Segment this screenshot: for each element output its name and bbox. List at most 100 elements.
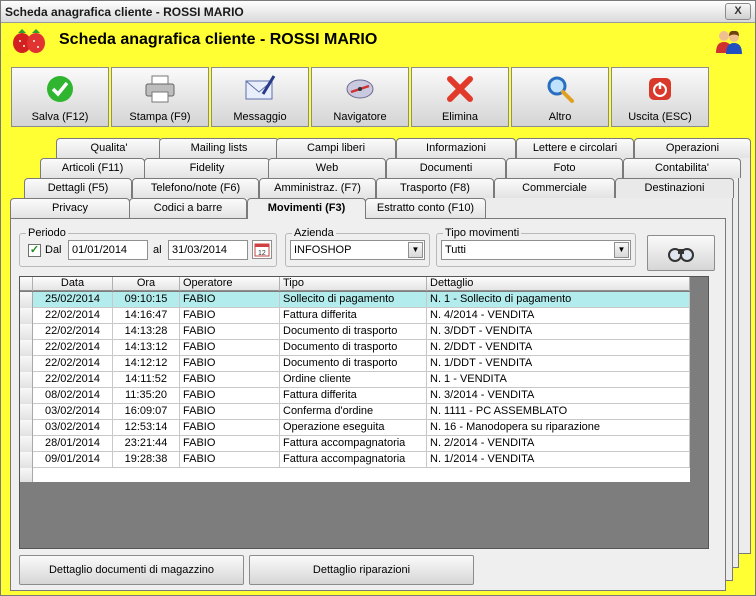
compass-icon <box>346 79 374 99</box>
more-button[interactable]: Altro <box>511 67 609 127</box>
title-bar: Scheda anagrafica cliente - ROSSI MARIO … <box>1 1 755 23</box>
cell-tipo: Ordine cliente <box>280 372 427 388</box>
calendar-icon[interactable]: 12 <box>252 240 272 259</box>
row-indicator[interactable] <box>20 436 33 452</box>
tab-destinazioni[interactable]: Destinazioni <box>615 178 734 198</box>
tab-commerciale[interactable]: Commerciale <box>494 178 615 198</box>
dettaglio-documenti-button[interactable]: Dettaglio documenti di magazzino <box>19 555 244 585</box>
azienda-select[interactable]: INFOSHOP ▼ <box>290 240 425 260</box>
dal-checkbox[interactable]: ✓ <box>28 244 41 257</box>
date-to-field[interactable]: 31/03/2014 <box>168 240 248 260</box>
row-indicator[interactable] <box>20 404 33 420</box>
table-row[interactable]: 03/02/2014 16:09:07 FABIO Conferma d'ordine… <box>20 404 690 420</box>
cell-data: 03/02/2014 <box>33 404 113 420</box>
message-button[interactable]: Messaggio <box>211 67 309 127</box>
table-row[interactable]: 22/02/2014 14:16:47 FABIO Fattura differita… <box>20 308 690 324</box>
tab-foto[interactable]: Foto <box>506 158 623 178</box>
table-row[interactable]: 22/02/2014 14:11:52 FABIO Ordine cliente N. … <box>20 372 690 388</box>
row-indicator[interactable] <box>20 388 33 404</box>
tab-lettere-circolari[interactable]: Lettere e circolari <box>516 138 634 158</box>
cell-ora: 23:21:44 <box>113 436 180 452</box>
tab-informazioni[interactable]: Informazioni <box>396 138 516 158</box>
table-row[interactable]: 09/01/2014 19:28:38 FABIO Fattura accompagn… <box>20 452 690 468</box>
row-indicator[interactable] <box>20 372 33 388</box>
exit-button[interactable]: Uscita (ESC) <box>611 67 709 127</box>
cell-operatore: FABIO <box>180 324 280 340</box>
cell-dettaglio: N. 1/2014 - VENDITA <box>427 452 690 468</box>
cell-dettaglio: N. 3/2014 - VENDITA <box>427 388 690 404</box>
row-indicator <box>20 468 33 482</box>
tab-amministraz[interactable]: Amministraz. (F7) <box>259 178 376 198</box>
row-indicator[interactable] <box>20 292 33 308</box>
row-indicator[interactable] <box>20 308 33 324</box>
date-from-field[interactable]: 01/01/2014 <box>68 240 148 260</box>
tab-dettagli[interactable]: Dettagli (F5) <box>24 178 132 198</box>
table-scroll-area[interactable] <box>690 277 708 548</box>
tab-movimenti[interactable]: Movimenti (F3) <box>247 198 366 219</box>
exit-label: Uscita (ESC) <box>628 111 692 123</box>
cell-tipo: Sollecito di pagamento <box>280 292 427 308</box>
table-row[interactable]: 08/02/2014 11:35:20 FABIO Fattura differita… <box>20 388 690 404</box>
col-ora[interactable]: Ora <box>113 277 180 291</box>
table-row[interactable]: 22/02/2014 14:13:12 FABIO Documento di tras… <box>20 340 690 356</box>
tab-contabilita[interactable]: Contabilita' <box>623 158 741 178</box>
navigator-button[interactable]: Navigatore <box>311 67 409 127</box>
tab-estratto-conto[interactable]: Estratto conto (F10) <box>365 198 486 218</box>
azienda-group: Azienda INFOSHOP ▼ <box>285 227 430 267</box>
tab-privacy[interactable]: Privacy <box>10 198 130 218</box>
close-button[interactable]: X <box>725 3 751 20</box>
tipo-movimenti-value: Tutti <box>445 244 466 256</box>
cell-operatore: FABIO <box>180 356 280 372</box>
tipo-movimenti-select[interactable]: Tutti ▼ <box>441 240 631 260</box>
row-indicator[interactable] <box>20 420 33 436</box>
col-data[interactable]: Data <box>33 277 113 291</box>
row-indicator[interactable] <box>20 340 33 356</box>
tab-telefono-note[interactable]: Telefono/note (F6) <box>132 178 259 198</box>
periodo-legend: Periodo <box>26 227 68 239</box>
cell-dettaglio: N. 1/DDT - VENDITA <box>427 356 690 372</box>
table-row[interactable]: 28/01/2014 23:21:44 FABIO Fattura accompagn… <box>20 436 690 452</box>
cell-dettaglio: N. 4/2014 - VENDITA <box>427 308 690 324</box>
cell-tipo: Fattura differita <box>280 308 427 324</box>
binoculars-icon <box>668 248 694 262</box>
binoculars-search-button[interactable] <box>647 235 715 271</box>
page-title: Scheda anagrafica cliente - ROSSI MARIO <box>59 31 378 48</box>
cell-ora: 09:10:15 <box>113 292 180 308</box>
table-row[interactable]: 22/02/2014 14:13:28 FABIO Documento di tras… <box>20 324 690 340</box>
col-operatore[interactable]: Operatore <box>180 277 280 291</box>
table-row[interactable]: 25/02/2014 09:10:15 FABIO Sollecito di paga… <box>20 292 690 308</box>
message-label: Messaggio <box>233 111 287 123</box>
table-row[interactable]: 03/02/2014 12:53:14 FABIO Operazione esegui… <box>20 420 690 436</box>
tab-trasporto[interactable]: Trasporto (F8) <box>376 178 494 198</box>
cell-tipo: Fattura accompagnatoria <box>280 436 427 452</box>
chevron-down-icon[interactable]: ▼ <box>614 242 629 258</box>
tab-campi-liberi[interactable]: Campi liberi <box>276 138 396 158</box>
row-indicator[interactable] <box>20 356 33 372</box>
save-button[interactable]: Salva (F12) <box>11 67 109 127</box>
movimenti-table: Data Ora Operatore Tipo Dettaglio 25/02/… <box>19 276 709 549</box>
print-button[interactable]: Stampa (F9) <box>111 67 209 127</box>
tab-codici-barre[interactable]: Codici a barre <box>129 198 247 218</box>
users-icon[interactable] <box>713 27 745 55</box>
chevron-down-icon[interactable]: ▼ <box>408 242 423 258</box>
tab-fidelity[interactable]: Fidelity <box>144 158 270 178</box>
cell-data: 28/01/2014 <box>33 436 113 452</box>
cell-operatore: FABIO <box>180 372 280 388</box>
print-label: Stampa (F9) <box>129 111 191 123</box>
delete-button[interactable]: Elimina <box>411 67 509 127</box>
tab-qualita[interactable]: Qualita' <box>56 138 162 158</box>
tab-documenti[interactable]: Documenti <box>386 158 506 178</box>
dettaglio-riparazioni-button[interactable]: Dettaglio riparazioni <box>249 555 474 585</box>
row-indicator[interactable] <box>20 324 33 340</box>
tab-mailing-lists[interactable]: Mailing lists <box>159 138 279 158</box>
col-tipo[interactable]: Tipo <box>280 277 427 291</box>
tab-operazioni[interactable]: Operazioni <box>634 138 751 158</box>
col-dettaglio[interactable]: Dettaglio <box>427 277 690 291</box>
row-indicator[interactable] <box>20 452 33 468</box>
tab-articoli[interactable]: Articoli (F11) <box>40 158 145 178</box>
cell-operatore: FABIO <box>180 292 280 308</box>
table-row[interactable]: 22/02/2014 14:12:12 FABIO Documento di tras… <box>20 356 690 372</box>
delete-label: Elimina <box>441 111 479 123</box>
cell-ora: 14:16:47 <box>113 308 180 324</box>
tab-web[interactable]: Web <box>268 158 386 178</box>
